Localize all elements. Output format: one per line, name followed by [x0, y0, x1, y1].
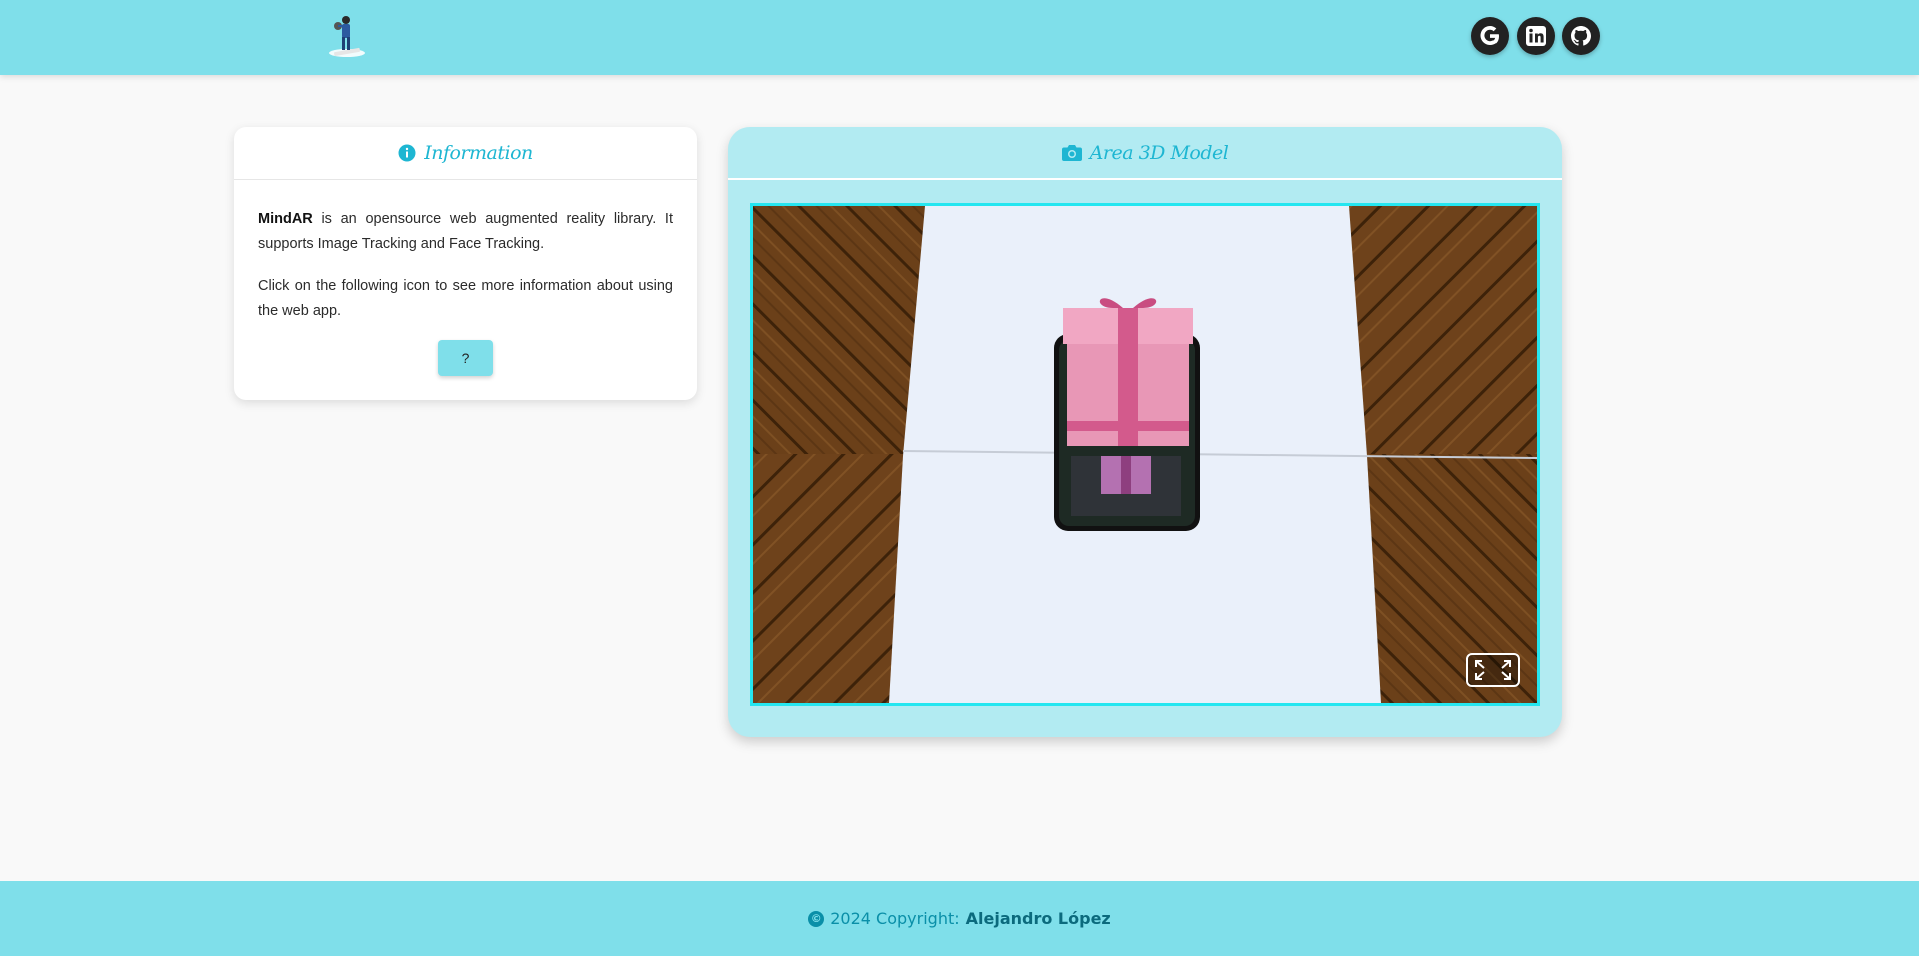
- help-instruction: Click on the following icon to see more …: [258, 278, 673, 319]
- information-card: Information MindAR is an opensource web …: [234, 127, 697, 400]
- fullscreen-button[interactable]: [1466, 653, 1520, 687]
- google-icon: [1480, 26, 1499, 45]
- copyright-icon: ©: [808, 910, 825, 927]
- footer: © 2024 Copyright: Alejandro López: [0, 881, 1919, 956]
- area-3d-model-title: Area 3D Model: [1089, 141, 1229, 164]
- ar-camera-viewer[interactable]: [750, 203, 1540, 706]
- area-3d-model-header: Area 3D Model: [728, 127, 1562, 180]
- ar-person-logo-icon[interactable]: [326, 12, 368, 60]
- information-card-header: Information: [234, 127, 697, 180]
- mindar-description: MindAR is an opensource web augmented re…: [258, 207, 673, 257]
- info-circle-icon: [398, 144, 416, 162]
- camera-icon: [1061, 145, 1082, 161]
- linkedin-icon: [1526, 26, 1546, 46]
- linkedin-link[interactable]: [1517, 17, 1555, 55]
- mindar-description-text: is an opensource web augmented reality l…: [258, 211, 673, 252]
- ar-camera-feed: [753, 206, 1537, 703]
- github-link[interactable]: [1562, 17, 1600, 55]
- information-title: Information: [424, 142, 533, 164]
- mindar-brand: MindAR: [258, 211, 313, 227]
- google-link[interactable]: [1471, 17, 1509, 55]
- github-icon: [1571, 26, 1591, 46]
- fullscreen-icon: [1475, 660, 1511, 680]
- area-3d-model-card: Area 3D Model: [728, 127, 1562, 737]
- information-body: MindAR is an opensource web augmented re…: [234, 180, 697, 324]
- author-name: Alejandro López: [965, 909, 1111, 928]
- copyright-text: 2024 Copyright:: [830, 909, 960, 928]
- help-button[interactable]: ?: [438, 340, 493, 376]
- top-navbar: [0, 0, 1919, 75]
